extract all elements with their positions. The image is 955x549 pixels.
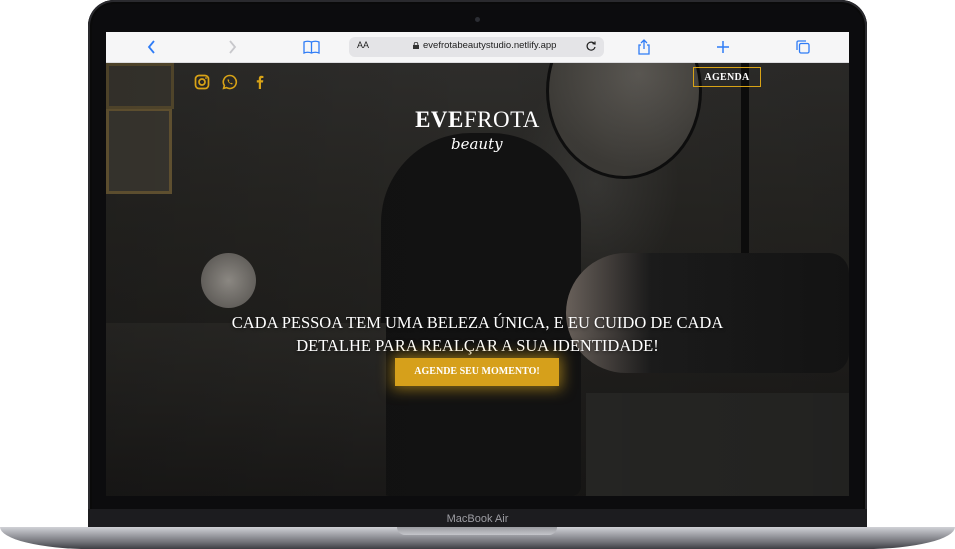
share-button[interactable]: [635, 36, 653, 58]
headline-line-1: CADA PESSOA TEM UMA BELEZA ÚNICA, E EU C…: [231, 313, 724, 332]
back-button[interactable]: [144, 36, 160, 58]
url-text: evefrotabeautystudio.netlify.app: [423, 40, 557, 51]
headline-line-2: DETALHE PARA REALÇAR A SUA IDENTIDADE!: [296, 336, 659, 355]
agenda-button[interactable]: AGENDA: [693, 67, 761, 87]
plus-icon: [717, 41, 729, 53]
tabs-button[interactable]: [794, 36, 812, 58]
logo[interactable]: EVEFROTA: [106, 107, 849, 133]
address-bar[interactable]: AA evefrotabeautystudio.netlify.app: [349, 37, 604, 57]
camera-dot: [475, 17, 480, 22]
book-appointment-button[interactable]: AGENDE SEU MOMENTO!: [395, 358, 559, 386]
whatsapp-icon[interactable]: [222, 74, 238, 90]
hero-section: AGENDA EVEFROTA beauty CADA PESSOA TEM U…: [106, 63, 849, 496]
bookmarks-button[interactable]: [301, 36, 321, 58]
chevron-right-icon: [229, 40, 237, 54]
browser-toolbar: AA evefrotabeautystudio.netlify.app: [106, 32, 849, 63]
tabs-icon: [796, 40, 810, 54]
chevron-left-icon: [147, 40, 155, 54]
text-size-button[interactable]: AA: [357, 40, 369, 50]
share-icon: [638, 39, 650, 55]
forward-button[interactable]: [224, 36, 240, 58]
browser-screen: AA evefrotabeautystudio.netlify.app AGEN…: [106, 32, 849, 496]
device-label: MacBook Air: [446, 513, 509, 525]
logo-subtitle: beauty: [451, 135, 503, 153]
new-tab-button[interactable]: [714, 36, 732, 58]
book-icon: [302, 40, 320, 54]
reload-icon[interactable]: [585, 40, 597, 52]
hero-headline: CADA PESSOA TEM UMA BELEZA ÚNICA, E EU C…: [106, 311, 849, 357]
facebook-icon[interactable]: [252, 74, 268, 90]
laptop-notch: [397, 527, 557, 535]
logo-bold: EVE: [415, 107, 464, 132]
lock-icon: [413, 42, 419, 49]
logo-rest: FROTA: [463, 107, 540, 132]
instagram-icon[interactable]: [194, 74, 210, 90]
